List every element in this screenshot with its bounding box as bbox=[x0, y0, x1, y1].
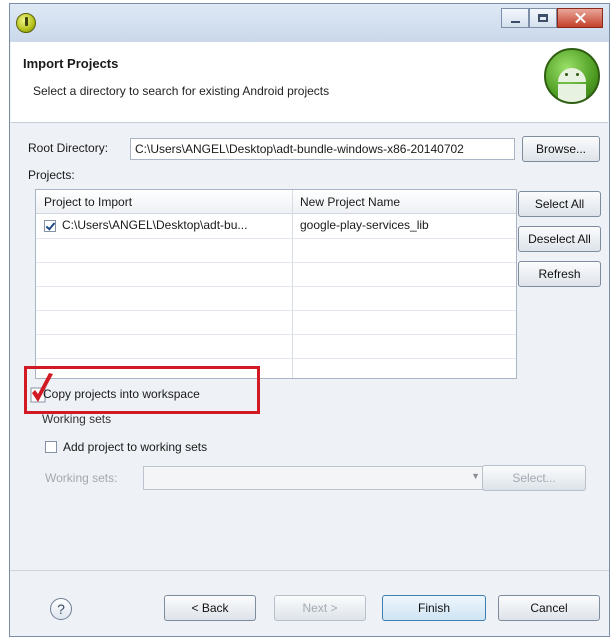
android-logo bbox=[544, 48, 600, 104]
column-header-new-name[interactable]: New Project Name bbox=[300, 195, 400, 209]
column-header-project[interactable]: Project to Import bbox=[44, 195, 132, 209]
help-icon[interactable]: ? bbox=[50, 598, 72, 620]
browse-button[interactable]: Browse... bbox=[522, 136, 600, 162]
refresh-button[interactable]: Refresh bbox=[518, 261, 601, 287]
root-directory-label: Root Directory: bbox=[28, 141, 109, 155]
cancel-button[interactable]: Cancel bbox=[498, 595, 600, 621]
page-description: Select a directory to search for existin… bbox=[33, 84, 330, 98]
add-to-working-sets-label[interactable]: Add project to working sets bbox=[63, 440, 207, 454]
projects-table: Project to Import New Project Name C:\Us… bbox=[35, 189, 517, 379]
working-sets-label: Working sets: bbox=[45, 471, 118, 485]
title-bar[interactable] bbox=[10, 4, 609, 42]
finish-button[interactable]: Finish bbox=[382, 595, 486, 621]
projects-label: Projects: bbox=[28, 168, 75, 182]
root-directory-input[interactable]: C:\Users\ANGEL\Desktop\adt-bundle-window… bbox=[130, 138, 515, 160]
deselect-all-button[interactable]: Deselect All bbox=[518, 226, 601, 252]
add-to-working-sets-checkbox[interactable] bbox=[45, 441, 57, 453]
window-controls bbox=[501, 8, 603, 30]
next-button[interactable]: Next > bbox=[274, 595, 366, 621]
eclipse-app-icon bbox=[16, 13, 36, 33]
close-icon[interactable] bbox=[557, 8, 603, 28]
copy-projects-label[interactable]: Copy projects into workspace bbox=[43, 387, 200, 401]
select-all-button[interactable]: Select All bbox=[518, 191, 601, 217]
working-sets-combo[interactable]: ▼ bbox=[143, 466, 485, 490]
maximize-icon[interactable] bbox=[529, 8, 557, 28]
project-checkbox[interactable] bbox=[44, 220, 56, 232]
page-title: Import Projects bbox=[23, 56, 119, 71]
minimize-icon[interactable] bbox=[501, 8, 529, 28]
back-button[interactable]: < Back bbox=[164, 595, 256, 621]
new-project-name[interactable]: google-play-services_lib bbox=[300, 218, 429, 232]
import-projects-dialog: Import Projects Select a directory to se… bbox=[9, 3, 610, 637]
project-path: C:\Users\ANGEL\Desktop\adt-bu... bbox=[62, 218, 248, 232]
table-header: Project to Import New Project Name bbox=[36, 190, 516, 214]
dialog-header: Import Projects Select a directory to se… bbox=[11, 42, 608, 123]
select-working-sets-button[interactable]: Select... bbox=[482, 465, 586, 491]
chevron-down-icon: ▼ bbox=[471, 471, 480, 481]
